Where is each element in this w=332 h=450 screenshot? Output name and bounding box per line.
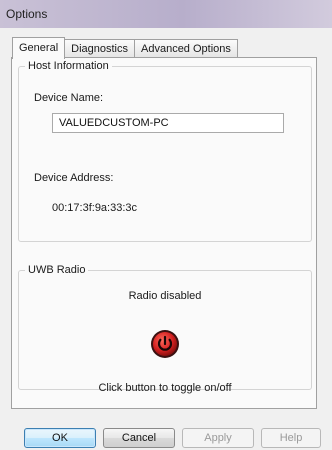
device-address-label: Device Address: (34, 172, 114, 184)
general-tab-panel: Host Information Device Name: VALUEDCUST… (11, 57, 317, 409)
tab-advanced-options[interactable]: Advanced Options (134, 39, 238, 58)
uwb-radio-legend: UWB Radio (25, 263, 89, 277)
help-button[interactable]: Help (261, 428, 321, 448)
device-name-label: Device Name: (34, 92, 104, 104)
host-information-legend: Host Information (25, 59, 112, 73)
ok-button[interactable]: OK (24, 428, 96, 448)
device-name-field[interactable]: VALUEDCUSTOM-PC (52, 113, 284, 133)
uwb-radio-group: UWB Radio Radio disabled Click button to… (18, 263, 312, 394)
apply-button[interactable]: Apply (182, 428, 254, 448)
radio-toggle-button[interactable] (150, 329, 180, 359)
device-address-value: 00:17:3f:9a:33:3c (52, 202, 138, 214)
tab-general[interactable]: General (12, 37, 66, 59)
toggle-hint-text: Click button to toggle on/off (98, 382, 232, 394)
radio-status-text: Radio disabled (128, 290, 202, 302)
title-bar: Options (0, 0, 332, 28)
host-information-group: Host Information Device Name: VALUEDCUST… (18, 59, 312, 242)
options-dialog: General Diagnostics Advanced Options Hos… (0, 28, 332, 450)
power-icon (151, 330, 179, 358)
tab-strip: General Diagnostics Advanced Options (12, 36, 238, 59)
window-title: Options (6, 7, 48, 21)
cancel-button[interactable]: Cancel (103, 428, 175, 448)
tab-diagnostics[interactable]: Diagnostics (64, 39, 135, 58)
